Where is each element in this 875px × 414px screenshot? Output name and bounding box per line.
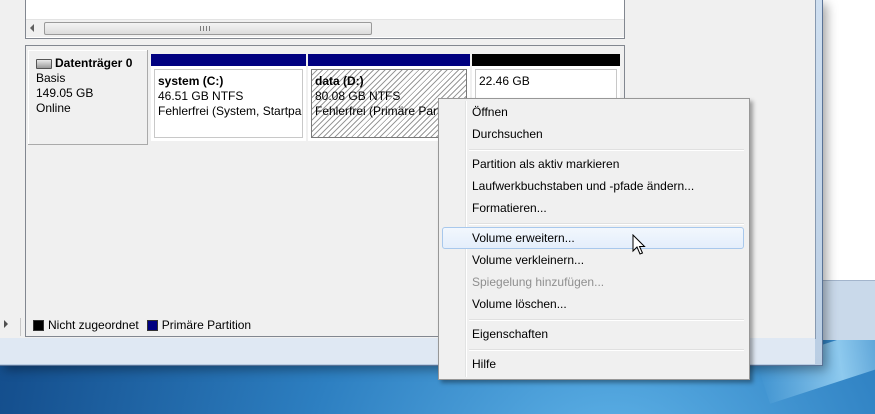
partition-body: system (C:) 46.51 GB NTFS Fehlerfrei (Sy… <box>154 69 303 138</box>
partition-size: 22.46 GB <box>479 74 530 88</box>
menu-item-change-drive-letter[interactable]: Laufwerkbuchstaben und -pfade ändern... <box>442 175 744 197</box>
mouse-pointer-icon <box>632 234 646 255</box>
expand-arrow-icon[interactable] <box>4 320 8 328</box>
menu-item-extend-volume[interactable]: Volume erweitern... <box>442 227 744 249</box>
legend-label-unallocated: Nicht zugeordnet <box>48 318 139 332</box>
menu-item-format[interactable]: Formatieren... <box>442 197 744 219</box>
menu-separator <box>469 349 744 351</box>
partition-name: data (D:) <box>315 74 364 88</box>
disk-title: Datenträger 0 <box>36 56 147 71</box>
menu-item-open[interactable]: Öffnen <box>442 101 744 123</box>
legend-swatch-unallocated <box>33 319 44 331</box>
menu-item-properties[interactable]: Eigenschaften <box>442 323 744 345</box>
scrollbar-thumb[interactable] <box>44 22 372 35</box>
partition-header-bar <box>151 54 306 66</box>
partition-name: system (C:) <box>158 74 224 88</box>
disk-info-panel[interactable]: Datenträger 0 Basis 149.05 GB Online <box>28 50 148 145</box>
menu-item-shrink-volume[interactable]: Volume verkleinern... <box>442 249 744 271</box>
context-menu: Öffnen Durchsuchen Partition als aktiv m… <box>438 98 750 380</box>
menu-item-mark-active[interactable]: Partition als aktiv markieren <box>442 153 744 175</box>
disk-name: Datenträger 0 <box>55 56 133 70</box>
status-divider <box>20 318 21 336</box>
menu-separator <box>469 319 744 321</box>
legend-swatch-primary <box>146 319 158 331</box>
menu-separator <box>469 149 744 151</box>
scrollbar-grip-icon <box>200 26 212 31</box>
partition-header-bar <box>308 54 470 66</box>
menu-item-add-mirror: Spiegelung hinzufügen... <box>472 275 605 289</box>
partition-system[interactable]: system (C:) 46.51 GB NTFS Fehlerfrei (Sy… <box>151 54 306 141</box>
menu-item-delete-volume[interactable]: Volume löschen... <box>442 293 744 315</box>
horizontal-scrollbar[interactable] <box>26 19 624 37</box>
disk-status: Online <box>36 101 71 115</box>
menu-item-explore[interactable]: Durchsuchen <box>442 123 744 145</box>
partition-size: 46.51 GB NTFS <box>158 89 244 103</box>
volume-list-pane[interactable] <box>25 0 625 39</box>
menu-item-help[interactable]: Hilfe <box>442 353 744 375</box>
menu-separator <box>469 223 744 225</box>
hard-disk-icon <box>36 58 52 69</box>
partition-header-bar <box>472 54 620 66</box>
disk-type: Basis <box>36 71 66 85</box>
legend-label-primary: Primäre Partition <box>161 318 252 332</box>
scroll-left-arrow-icon[interactable] <box>30 24 34 32</box>
disk-size: 149.05 GB <box>36 86 94 100</box>
partition-status: Fehlerfrei (System, Startpar <box>158 104 303 118</box>
